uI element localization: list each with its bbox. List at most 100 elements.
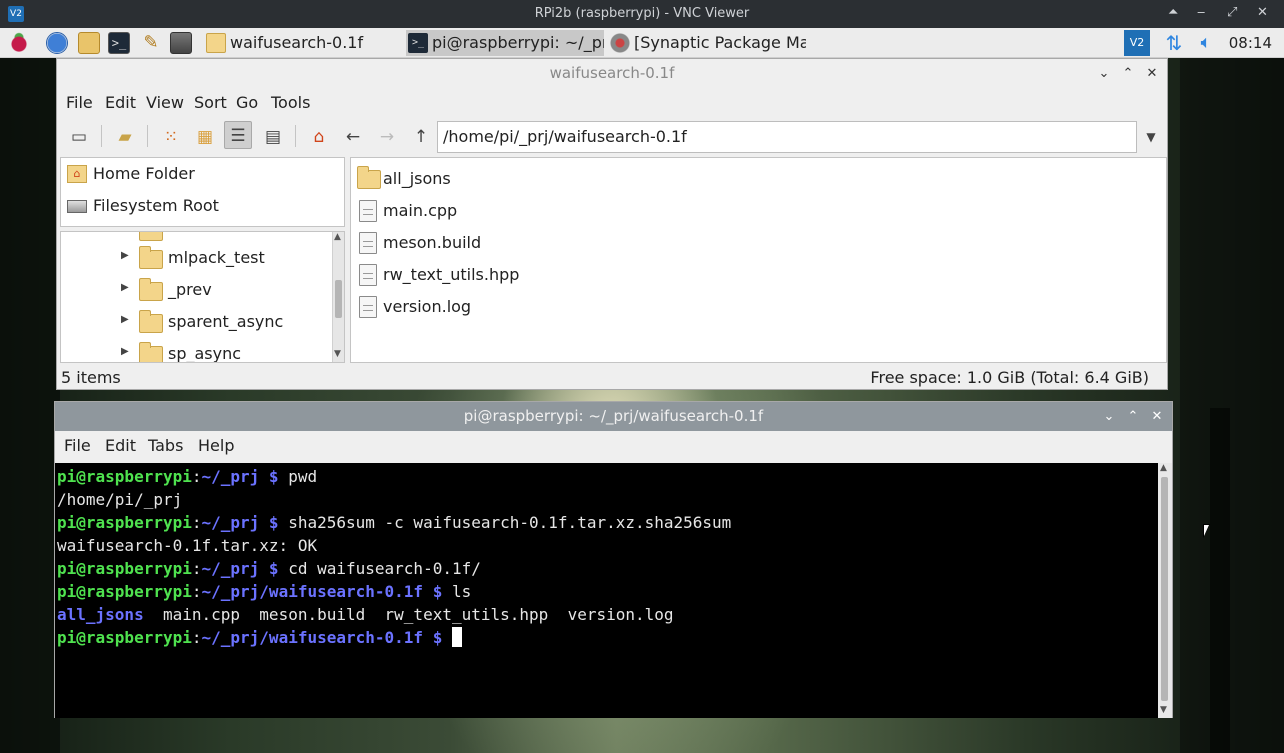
- tree-scrollbar[interactable]: ▲ ▼: [332, 232, 344, 362]
- folder-icon: [357, 166, 381, 189]
- task-label: [Synaptic Package Ma...: [634, 33, 806, 52]
- terminal-title: pi@raspberrypi: ~/_prj/waifusearch-0.1f: [55, 402, 1172, 431]
- terminal-icon: >_: [408, 33, 428, 53]
- new-window-icon[interactable]: ▭: [65, 123, 93, 151]
- place-home-folder[interactable]: ⌂ Home Folder: [61, 159, 195, 189]
- scroll-down-icon[interactable]: ▼: [334, 349, 341, 359]
- network-icon[interactable]: ⇅: [1163, 30, 1185, 56]
- home-icon[interactable]: ⌂: [305, 123, 333, 151]
- menu-edit[interactable]: Edit: [105, 436, 136, 455]
- tree-item[interactable]: ▶ _prev: [61, 276, 331, 308]
- command-text: sha256sum -c waifusearch-0.1f.tar.xz.sha…: [288, 513, 732, 532]
- text-file-icon: [359, 232, 377, 254]
- vnc-menu-icon[interactable]: ⏶: [1168, 5, 1178, 20]
- file-item[interactable]: version.log: [351, 291, 551, 323]
- compact-view-icon[interactable]: ☰: [224, 121, 252, 149]
- menu-file[interactable]: File: [66, 93, 93, 112]
- clock[interactable]: 08:14: [1229, 28, 1272, 58]
- task-synaptic[interactable]: [Synaptic Package Ma...: [608, 30, 806, 56]
- terminal-scrollbar-thumb[interactable]: [1161, 477, 1168, 701]
- file-item-label: main.cpp: [383, 201, 458, 220]
- terminal-line: pi@raspberrypi:~/_prj/waifusearch-0.1f $: [57, 626, 1158, 649]
- menu-help[interactable]: Help: [198, 436, 234, 455]
- terminal-scrollbar[interactable]: ▲ ▼: [1158, 463, 1172, 718]
- places-pane: ⌂ Home Folder Filesystem Root: [60, 157, 345, 227]
- path-history-dropdown-icon[interactable]: ▼: [1137, 123, 1165, 151]
- editor-icon[interactable]: ✎: [140, 32, 162, 54]
- menu-go[interactable]: Go: [236, 93, 258, 112]
- maximize-icon[interactable]: ⌃: [1117, 59, 1139, 88]
- maximize-icon[interactable]: ⌃: [1122, 402, 1144, 431]
- prompt-user: pi@raspberrypi: [57, 559, 192, 578]
- vnc-server-icon[interactable]: V2: [1124, 30, 1150, 56]
- file-list: all_jsons main.cpp meson.build rw_text_u…: [350, 157, 1167, 363]
- minimize-icon[interactable]: ⌄: [1098, 402, 1120, 431]
- scroll-up-icon[interactable]: ▲: [334, 232, 341, 242]
- menu-file[interactable]: File: [64, 436, 91, 455]
- terminal-menubar: File Edit Tabs Help: [55, 432, 1172, 460]
- config-icon[interactable]: [170, 32, 192, 54]
- vnc-minimize-icon[interactable]: ‒: [1197, 5, 1205, 20]
- taskbar: >_ ✎ waifusearch-0.1f >_ pi@raspberrypi:…: [0, 28, 1284, 58]
- terminal-line: pi@raspberrypi:~/_prj $ sha256sum -c wai…: [57, 513, 732, 532]
- scroll-down-icon[interactable]: ▼: [1160, 705, 1167, 715]
- expand-arrow-icon[interactable]: ▶: [121, 314, 129, 325]
- scroll-up-icon[interactable]: ▲: [1160, 463, 1167, 473]
- file-manager-title: waifusearch-0.1f: [57, 59, 1167, 88]
- text-cursor: [451, 627, 462, 647]
- tree-item[interactable]: ▶ sparent_async: [61, 308, 331, 340]
- file-manager-icon[interactable]: [78, 32, 100, 54]
- ls-entry-file: version.log: [567, 605, 674, 624]
- tree-item[interactable]: ▶ mlpack_test: [61, 244, 331, 276]
- task-file-manager[interactable]: waifusearch-0.1f: [204, 30, 402, 56]
- detailed-view-icon[interactable]: ▤: [259, 123, 287, 151]
- prompt-user: pi@raspberrypi: [57, 628, 192, 647]
- menu-view[interactable]: View: [146, 93, 184, 112]
- expand-arrow-icon[interactable]: ▶: [121, 282, 129, 293]
- file-item-label: meson.build: [383, 233, 482, 252]
- menu-sort[interactable]: Sort: [194, 93, 227, 112]
- volume-icon[interactable]: 🔈︎: [1194, 30, 1218, 56]
- minimize-icon[interactable]: ⌄: [1093, 59, 1115, 88]
- place-filesystem-root[interactable]: Filesystem Root: [61, 191, 219, 221]
- new-folder-icon[interactable]: ▰: [111, 123, 139, 151]
- up-icon[interactable]: ↑: [407, 123, 435, 151]
- close-icon[interactable]: ✕: [1141, 59, 1163, 88]
- folder-icon: [139, 310, 163, 333]
- browser-icon[interactable]: [46, 32, 68, 54]
- expand-arrow-icon[interactable]: ▶: [121, 250, 129, 261]
- item-count: 5 items: [61, 368, 121, 387]
- file-item[interactable]: meson.build: [351, 227, 551, 259]
- terminal-output[interactable]: pi@raspberrypi:~/_prj $ pwd/home/pi/_prj…: [55, 463, 1158, 718]
- thumbnail-view-icon[interactable]: ▦: [191, 123, 219, 151]
- path-input[interactable]: /home/pi/_prj/waifusearch-0.1f: [437, 121, 1137, 153]
- back-icon[interactable]: ←: [339, 123, 367, 151]
- close-icon[interactable]: ✕: [1146, 402, 1168, 431]
- tree-scrollbar-thumb[interactable]: [335, 280, 342, 318]
- menu-tabs[interactable]: Tabs: [148, 436, 183, 455]
- task-label: waifusearch-0.1f: [230, 33, 364, 52]
- expand-arrow-icon[interactable]: ▶: [121, 346, 129, 357]
- drive-icon: [67, 200, 87, 213]
- tree-item-label: sparent_async: [168, 312, 284, 331]
- file-item-label: version.log: [383, 297, 472, 316]
- menu-tools[interactable]: Tools: [271, 93, 310, 112]
- vnc-restore-icon[interactable]: ⤢: [1227, 5, 1237, 20]
- forward-icon[interactable]: →: [373, 123, 401, 151]
- task-terminal[interactable]: >_ pi@raspberrypi: ~/_prj...: [406, 30, 604, 56]
- file-item[interactable]: all_jsons: [351, 163, 551, 195]
- icon-view-icon[interactable]: ⁙: [157, 123, 185, 151]
- file-manager-menubar: File Edit View Sort Go Tools: [57, 89, 1167, 117]
- file-item[interactable]: main.cpp: [351, 195, 551, 227]
- menu-edit[interactable]: Edit: [105, 93, 136, 112]
- command-text: ls: [451, 582, 472, 601]
- vnc-close-icon[interactable]: ✕: [1257, 5, 1268, 20]
- raspberry-menu-icon[interactable]: [8, 32, 30, 54]
- tree-item[interactable]: ▶ sp_async: [61, 340, 331, 362]
- free-space: Free space: 1.0 GiB (Total: 6.4 GiB): [870, 368, 1149, 387]
- prompt-user: pi@raspberrypi: [57, 467, 192, 486]
- terminal-launcher-icon[interactable]: >_: [108, 32, 130, 54]
- file-item[interactable]: rw_text_utils.hpp: [351, 259, 551, 291]
- synaptic-icon: [610, 33, 630, 53]
- terminal-line: all_jsons main.cpp meson.build rw_text_u…: [57, 603, 1158, 626]
